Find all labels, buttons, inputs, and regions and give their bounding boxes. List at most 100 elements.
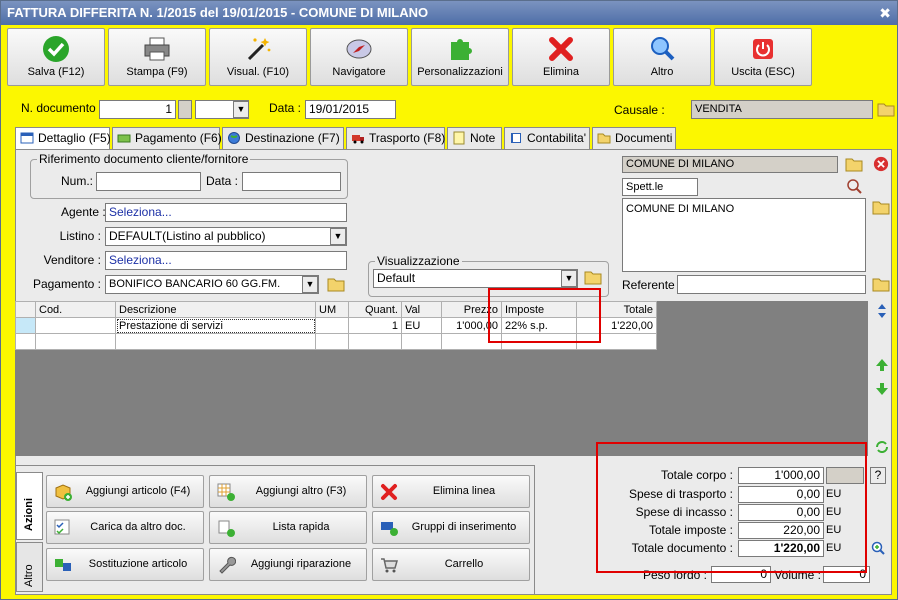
tab-pagamento[interactable]: Pagamento (F6)	[112, 127, 222, 149]
grid-add-icon	[217, 483, 235, 501]
cart-button[interactable]: Carrello	[372, 548, 530, 581]
power-icon	[753, 39, 773, 59]
cell-um[interactable]	[315, 317, 349, 334]
cart-icon	[381, 558, 398, 573]
agente-field[interactable]: Seleziona...	[105, 203, 347, 222]
delete-button[interactable]: Elimina	[512, 28, 610, 86]
client-address-field[interactable]: COMUNE DI MILANO	[622, 198, 866, 272]
tab-contabilita[interactable]: Contabilita'	[504, 127, 590, 149]
chevron-down-icon[interactable]: ▼	[233, 101, 249, 118]
folder-icon[interactable]	[872, 276, 890, 292]
salutation-field[interactable]: Spett.le	[622, 178, 698, 196]
compass-icon	[346, 39, 372, 59]
tab-altro[interactable]: Altro	[16, 542, 43, 592]
tab-dettaglio[interactable]: Dettaglio (F5)	[15, 127, 111, 150]
empty-cell[interactable]	[348, 333, 402, 350]
refresh-icon[interactable]	[874, 439, 890, 455]
title-bar: FATTURA DIFFERITA N. 1/2015 del 19/01/20…	[1, 1, 897, 25]
folder-icon[interactable]	[845, 156, 863, 172]
folder-icon[interactable]	[584, 269, 602, 285]
imposte-highlight	[488, 288, 601, 343]
load-from-doc-button[interactable]: Carica da altro doc.	[46, 511, 204, 544]
causale-field[interactable]: VENDITA	[691, 100, 873, 119]
invoice-window: FATTURA DIFFERITA N. 1/2015 del 19/01/20…	[0, 0, 898, 600]
delete-line-button[interactable]: Elimina linea	[372, 475, 530, 508]
actions-panel: Azioni Altro Aggiungi articolo (F4) Aggi…	[15, 465, 535, 595]
magic-wand-icon	[247, 38, 271, 61]
list-add-icon	[218, 520, 235, 537]
cell-val[interactable]: EU	[401, 317, 442, 334]
exit-button[interactable]: Uscita (ESC)	[714, 28, 812, 86]
book-icon	[511, 133, 521, 143]
folder-icon[interactable]	[872, 199, 890, 215]
folder-icon[interactable]	[327, 276, 345, 292]
date-field[interactable]: 19/01/2015	[305, 100, 396, 119]
tab-note[interactable]: Note	[447, 127, 502, 149]
referente-field[interactable]	[677, 275, 866, 294]
customizations-button[interactable]: Personalizzazioni	[411, 28, 509, 86]
arrow-up-icon[interactable]	[874, 357, 890, 373]
visualizzazione-title: Visualizzazione	[375, 254, 462, 268]
listino-combo[interactable]: DEFAULT(Listino al pubblico)	[105, 227, 347, 246]
venditore-label: Venditore :	[43, 253, 101, 267]
row-indicator[interactable]	[15, 317, 36, 334]
add-repair-button[interactable]: Aggiungi riparazione	[209, 548, 367, 581]
doc-number-field[interactable]: 1	[99, 100, 176, 119]
client-name-field[interactable]: COMUNE DI MILANO	[622, 156, 838, 173]
quick-list-button[interactable]: Lista rapida	[209, 511, 367, 544]
preview-button[interactable]: Visual. (F10)	[209, 28, 307, 86]
col-descrizione[interactable]: Descrizione	[115, 301, 316, 318]
venditore-field[interactable]: Seleziona...	[105, 251, 347, 270]
replace-article-button[interactable]: Sostituzione articolo	[46, 548, 204, 581]
col-val[interactable]: Val	[401, 301, 442, 318]
window-title: FATTURA DIFFERITA N. 1/2015 del 19/01/20…	[7, 5, 429, 20]
col-quant[interactable]: Quant.	[348, 301, 402, 318]
pagamento-combo[interactable]: BONIFICO BANCARIO 60 GG.FM.	[105, 275, 319, 294]
empty-cell[interactable]	[401, 333, 442, 350]
visualizzazione-combo[interactable]: Default	[373, 269, 578, 288]
zoom-add-icon[interactable]	[870, 540, 886, 556]
navigator-button[interactable]: Navigatore	[310, 28, 408, 86]
grid-area: Cod. Descrizione UM Quant. Val Prezzo Im…	[15, 301, 868, 456]
chevron-down-icon[interactable]: ▼	[302, 276, 318, 293]
tab-documenti[interactable]: Documenti	[592, 127, 676, 149]
save-button[interactable]: Salva (F12)	[7, 28, 105, 86]
other-button[interactable]: Altro	[613, 28, 711, 86]
folder-icon[interactable]	[877, 101, 895, 117]
money-icon	[117, 134, 131, 143]
chevron-down-icon[interactable]: ▼	[330, 228, 346, 245]
help-button[interactable]: ?	[870, 467, 886, 484]
row-indicator[interactable]	[15, 333, 36, 350]
referente-label: Referente	[622, 278, 675, 292]
empty-cell[interactable]	[35, 333, 116, 350]
delete-x-icon	[381, 484, 397, 500]
add-other-button[interactable]: Aggiungi altro (F3)	[209, 475, 367, 508]
add-article-button[interactable]: Aggiungi articolo (F4)	[46, 475, 204, 508]
ref-date-field[interactable]	[242, 172, 341, 191]
row-indicator-header	[15, 301, 36, 318]
listino-label: Listino :	[59, 229, 101, 243]
close-icon[interactable]: ✖	[879, 1, 891, 25]
print-button[interactable]: Stampa (F9)	[108, 28, 206, 86]
doc-number-label: N. documento :	[21, 101, 103, 115]
tab-azioni[interactable]: Azioni	[16, 472, 43, 540]
cancel-icon[interactable]	[872, 156, 890, 172]
col-um[interactable]: UM	[315, 301, 349, 318]
chevron-down-icon[interactable]: ▼	[561, 270, 577, 287]
num-label: Num.:	[61, 174, 94, 188]
ref-num-field[interactable]	[96, 172, 201, 191]
search-icon[interactable]	[845, 178, 863, 194]
tab-trasporto[interactable]: Trasporto (F8)	[346, 127, 445, 149]
wrench-icon	[219, 556, 236, 574]
empty-cell[interactable]	[315, 333, 349, 350]
empty-cell[interactable]	[115, 333, 316, 350]
cell-cod[interactable]	[35, 317, 116, 334]
insert-groups-button[interactable]: Gruppi di inserimento	[372, 511, 530, 544]
cell-quant[interactable]: 1	[348, 317, 402, 334]
cell-descrizione[interactable]: Prestazione di servizi	[115, 317, 316, 334]
tab-destinazione[interactable]: Destinazione (F7)	[222, 127, 344, 149]
arrow-down-icon[interactable]	[874, 381, 890, 397]
doc-number-spin[interactable]	[178, 100, 192, 119]
col-cod[interactable]: Cod.	[35, 301, 116, 318]
scroll-updown-icon[interactable]	[874, 303, 890, 319]
